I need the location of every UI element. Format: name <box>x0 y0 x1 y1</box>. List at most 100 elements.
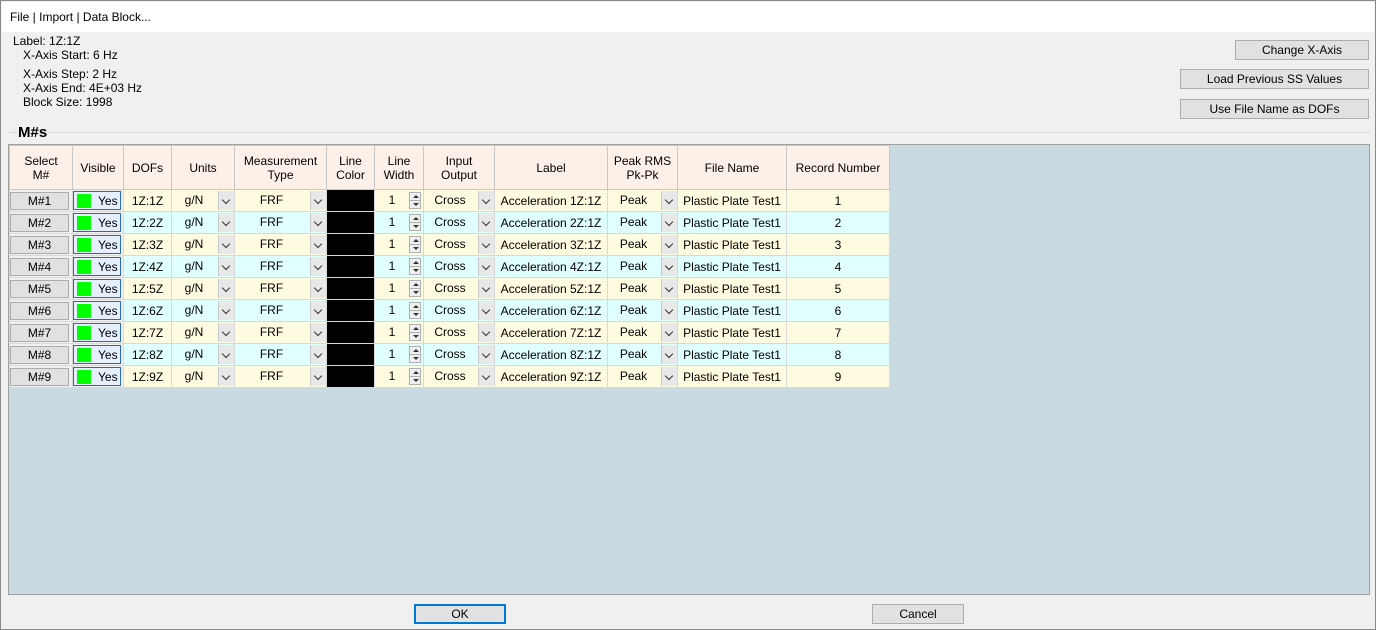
select-m-button[interactable]: M#5 <box>10 279 69 298</box>
label-cell[interactable]: Acceleration 5Z:1Z <box>494 277 608 300</box>
file-name-cell[interactable]: Plastic Plate Test1 <box>677 299 787 322</box>
peak-dropdown[interactable]: Peak <box>608 190 677 211</box>
record-number-cell[interactable]: 6 <box>786 299 890 322</box>
record-number-cell[interactable]: 8 <box>786 343 890 366</box>
label-cell[interactable]: Acceleration 8Z:1Z <box>494 343 608 366</box>
measurement-type-dropdown[interactable]: FRF <box>235 212 326 233</box>
line-width-spinner[interactable]: 1 <box>375 322 423 343</box>
spin-buttons-icon[interactable] <box>409 324 421 341</box>
load-previous-ss-values-button[interactable]: Load Previous SS Values <box>1180 69 1369 89</box>
chevron-down-icon[interactable] <box>661 367 677 386</box>
line-color-cell[interactable] <box>326 321 375 344</box>
peak-dropdown[interactable]: Peak <box>608 322 677 343</box>
peak-dropdown[interactable]: Peak <box>608 366 677 387</box>
chevron-down-icon[interactable] <box>661 191 677 210</box>
visible-toggle[interactable]: Yes <box>73 345 121 364</box>
line-color-cell[interactable] <box>326 277 375 300</box>
chevron-down-icon[interactable] <box>218 235 234 254</box>
units-dropdown[interactable]: g/N <box>172 366 234 387</box>
chevron-down-icon[interactable] <box>478 367 494 386</box>
line-width-spinner[interactable]: 1 <box>375 278 423 299</box>
col-header-line-width[interactable]: Line Width <box>374 145 424 190</box>
line-width-spinner[interactable]: 1 <box>375 212 423 233</box>
record-number-cell[interactable]: 7 <box>786 321 890 344</box>
chevron-down-icon[interactable] <box>478 257 494 276</box>
spin-buttons-icon[interactable] <box>409 214 421 231</box>
select-m-button[interactable]: M#4 <box>10 257 69 276</box>
visible-toggle[interactable]: Yes <box>73 257 121 276</box>
chevron-down-icon[interactable] <box>310 191 326 210</box>
input-output-dropdown[interactable]: Cross <box>424 190 494 211</box>
input-output-dropdown[interactable]: Cross <box>424 366 494 387</box>
col-header-visible[interactable]: Visible <box>72 145 124 190</box>
measurement-type-dropdown[interactable]: FRF <box>235 366 326 387</box>
select-m-button[interactable]: M#7 <box>10 323 69 342</box>
chevron-down-icon[interactable] <box>661 235 677 254</box>
dofs-cell[interactable]: 1Z:1Z <box>123 189 172 212</box>
chevron-down-icon[interactable] <box>218 345 234 364</box>
measurement-type-dropdown[interactable]: FRF <box>235 322 326 343</box>
visible-toggle[interactable]: Yes <box>73 301 121 320</box>
label-cell[interactable]: Acceleration 2Z:1Z <box>494 211 608 234</box>
cancel-button[interactable]: Cancel <box>872 604 964 624</box>
units-dropdown[interactable]: g/N <box>172 300 234 321</box>
label-cell[interactable]: Acceleration 4Z:1Z <box>494 255 608 278</box>
file-name-cell[interactable]: Plastic Plate Test1 <box>677 277 787 300</box>
units-dropdown[interactable]: g/N <box>172 322 234 343</box>
input-output-dropdown[interactable]: Cross <box>424 256 494 277</box>
measurement-type-dropdown[interactable]: FRF <box>235 190 326 211</box>
file-name-cell[interactable]: Plastic Plate Test1 <box>677 365 787 388</box>
spin-buttons-icon[interactable] <box>409 368 421 385</box>
line-width-spinner[interactable]: 1 <box>375 366 423 387</box>
line-color-cell[interactable] <box>326 189 375 212</box>
peak-dropdown[interactable]: Peak <box>608 234 677 255</box>
visible-toggle[interactable]: Yes <box>73 367 121 386</box>
chevron-down-icon[interactable] <box>478 301 494 320</box>
input-output-dropdown[interactable]: Cross <box>424 344 494 365</box>
chevron-down-icon[interactable] <box>661 213 677 232</box>
dofs-cell[interactable]: 1Z:4Z <box>123 255 172 278</box>
file-name-cell[interactable]: Plastic Plate Test1 <box>677 211 787 234</box>
chevron-down-icon[interactable] <box>218 367 234 386</box>
file-name-cell[interactable]: Plastic Plate Test1 <box>677 321 787 344</box>
units-dropdown[interactable]: g/N <box>172 190 234 211</box>
measurement-type-dropdown[interactable]: FRF <box>235 278 326 299</box>
label-cell[interactable]: Acceleration 6Z:1Z <box>494 299 608 322</box>
spin-buttons-icon[interactable] <box>409 258 421 275</box>
visible-toggle[interactable]: Yes <box>73 279 121 298</box>
record-number-cell[interactable]: 3 <box>786 233 890 256</box>
peak-dropdown[interactable]: Peak <box>608 278 677 299</box>
line-color-cell[interactable] <box>326 365 375 388</box>
visible-toggle[interactable]: Yes <box>73 235 121 254</box>
line-width-spinner[interactable]: 1 <box>375 300 423 321</box>
measurement-type-dropdown[interactable]: FRF <box>235 300 326 321</box>
dofs-cell[interactable]: 1Z:6Z <box>123 299 172 322</box>
line-color-cell[interactable] <box>326 299 375 322</box>
chevron-down-icon[interactable] <box>478 191 494 210</box>
chevron-down-icon[interactable] <box>661 323 677 342</box>
record-number-cell[interactable]: 2 <box>786 211 890 234</box>
chevron-down-icon[interactable] <box>218 257 234 276</box>
col-header-dofs[interactable]: DOFs <box>123 145 172 190</box>
dofs-cell[interactable]: 1Z:5Z <box>123 277 172 300</box>
label-cell[interactable]: Acceleration 3Z:1Z <box>494 233 608 256</box>
chevron-down-icon[interactable] <box>310 257 326 276</box>
col-header-units[interactable]: Units <box>171 145 235 190</box>
spin-buttons-icon[interactable] <box>409 346 421 363</box>
units-dropdown[interactable]: g/N <box>172 344 234 365</box>
measurement-grid[interactable]: Select M# Visible DOFs Units Measurement T… <box>8 144 1370 595</box>
dofs-cell[interactable]: 1Z:7Z <box>123 321 172 344</box>
record-number-cell[interactable]: 9 <box>786 365 890 388</box>
units-dropdown[interactable]: g/N <box>172 212 234 233</box>
peak-dropdown[interactable]: Peak <box>608 344 677 365</box>
col-header-input-output[interactable]: Input Output <box>423 145 495 190</box>
dofs-cell[interactable]: 1Z:3Z <box>123 233 172 256</box>
col-header-record-number[interactable]: Record Number <box>786 145 890 190</box>
chevron-down-icon[interactable] <box>218 301 234 320</box>
chevron-down-icon[interactable] <box>478 235 494 254</box>
visible-toggle[interactable]: Yes <box>73 323 121 342</box>
file-name-cell[interactable]: Plastic Plate Test1 <box>677 343 787 366</box>
line-color-cell[interactable] <box>326 255 375 278</box>
spin-buttons-icon[interactable] <box>409 192 421 209</box>
col-header-label[interactable]: Label <box>494 145 608 190</box>
